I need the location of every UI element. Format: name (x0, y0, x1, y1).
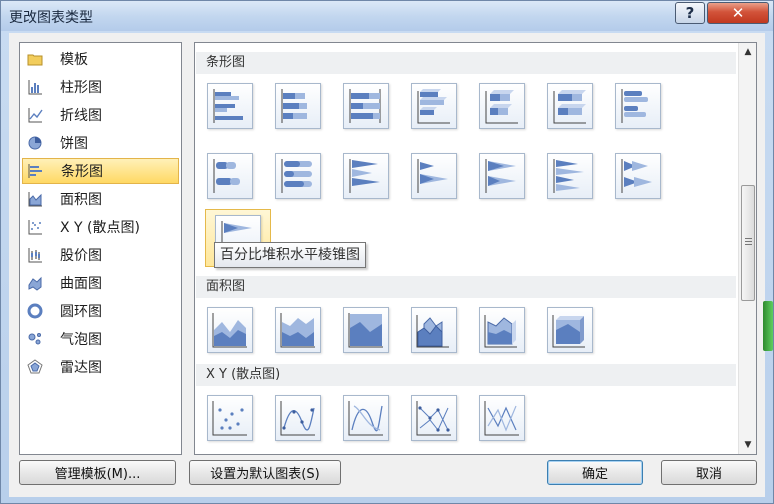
sidebar-item-label: 柱形图 (60, 80, 102, 96)
doughnut-chart-icon (26, 303, 44, 319)
sidebar-item-label: 饼图 (60, 136, 88, 152)
sidebar-item-bar[interactable]: 条形图 (22, 158, 179, 184)
sidebar-item-label: 面积图 (60, 192, 102, 208)
subtype-stacked-horizontal-cone[interactable] (411, 153, 457, 199)
close-button[interactable]: ✕ (707, 2, 769, 24)
subtype-scatter-smooth-lines[interactable] (343, 395, 389, 441)
ok-button[interactable]: 确定 (547, 460, 643, 485)
scroll-up-icon[interactable]: ▲ (742, 46, 754, 58)
chart-type-list: 模板 柱形图 折线图 饼图 条形图 面积图 X Y (散点图) 股价图 曲面图 … (19, 42, 182, 455)
manage-templates-button[interactable]: 管理模板(M)... (19, 460, 176, 485)
sidebar-item-area[interactable]: 面积图 (22, 186, 179, 212)
subtype-scatter-straight-markers[interactable] (411, 395, 457, 441)
sidebar-item-label: 气泡图 (60, 332, 102, 348)
stock-chart-icon (26, 247, 44, 263)
subtype-3d-area[interactable] (411, 307, 457, 353)
subtype-stacked-bar[interactable] (275, 83, 321, 129)
subtype-scatter-straight-lines[interactable] (479, 395, 525, 441)
subtype-3d-stacked-bar[interactable] (479, 83, 525, 129)
subtype-100-stacked-horizontal-cylinder[interactable] (275, 153, 321, 199)
pie-chart-icon (26, 135, 44, 151)
grip-line (745, 238, 752, 239)
scatter-chart-icon (26, 219, 44, 235)
section-header-scatter: X Y (散点图) (196, 364, 736, 386)
sidebar-item-label: 股价图 (60, 248, 102, 264)
line-chart-icon (26, 107, 44, 123)
grip-line (745, 244, 752, 245)
sidebar-item-label: 曲面图 (60, 276, 102, 292)
sidebar-item-label: 雷达图 (60, 360, 102, 376)
subtype-scatter-markers[interactable] (207, 395, 253, 441)
section-header-bar: 条形图 (196, 52, 736, 74)
sidebar-item-label: 折线图 (60, 108, 102, 124)
title-bar: 更改图表类型 ? ✕ (1, 1, 773, 31)
column-chart-icon (26, 79, 44, 95)
subtype-tooltip: 百分比堆积水平棱锥图 (214, 242, 366, 268)
subtype-clustered-horizontal-cylinder[interactable] (615, 83, 661, 129)
folder-icon (26, 51, 44, 67)
dialog-title: 更改图表类型 (9, 10, 93, 26)
change-chart-type-dialog: 更改图表类型 ? ✕ 模板 柱形图 折线图 饼图 条形图 面积图 X Y (散点… (0, 0, 774, 504)
sidebar-item-bubble[interactable]: 气泡图 (22, 326, 179, 352)
chart-subtype-gallery: 条形图 百分比堆积水平棱锥图 面积图 X Y (散点图) ▲ ▼ (194, 42, 757, 455)
area-chart-icon (26, 191, 44, 207)
cancel-button[interactable]: 取消 (661, 460, 757, 485)
sidebar-item-line[interactable]: 折线图 (22, 102, 179, 128)
sidebar-item-column[interactable]: 柱形图 (22, 74, 179, 100)
subtype-100-stacked-area[interactable] (343, 307, 389, 353)
sidebar-item-label: 条形图 (61, 164, 103, 180)
sidebar-item-label: 模板 (60, 52, 88, 68)
sidebar-item-label: 圆环图 (60, 304, 102, 320)
subtype-stacked-area[interactable] (275, 307, 321, 353)
subtype-100-stacked-horizontal-cone[interactable] (479, 153, 525, 199)
subtype-stacked-horizontal-pyramid[interactable] (615, 153, 661, 199)
gallery-scrollbar[interactable]: ▲ ▼ (738, 43, 756, 454)
subtype-clustered-horizontal-pyramid[interactable] (547, 153, 593, 199)
sidebar-item-templates[interactable]: 模板 (22, 46, 179, 72)
section-header-area: 面积图 (196, 276, 736, 298)
subtype-3d-clustered-bar[interactable] (411, 83, 457, 129)
scroll-down-icon[interactable]: ▼ (742, 439, 754, 451)
subtype-3d-100-stacked-area[interactable] (547, 307, 593, 353)
bar-chart-icon (27, 163, 45, 179)
sidebar-item-radar[interactable]: 雷达图 (22, 354, 179, 380)
scroll-thumb[interactable] (741, 185, 755, 301)
sidebar-item-pie[interactable]: 饼图 (22, 130, 179, 156)
subtype-3d-100-stacked-bar[interactable] (547, 83, 593, 129)
subtype-100-stacked-bar[interactable] (343, 83, 389, 129)
surface-chart-icon (26, 275, 44, 291)
side-indicator (763, 301, 773, 351)
subtype-scatter-smooth-markers[interactable] (275, 395, 321, 441)
subtype-area[interactable] (207, 307, 253, 353)
subtype-stacked-horizontal-cylinder[interactable] (207, 153, 253, 199)
sidebar-item-label: X Y (散点图) (60, 220, 140, 236)
sidebar-item-doughnut[interactable]: 圆环图 (22, 298, 179, 324)
sidebar-item-scatter[interactable]: X Y (散点图) (22, 214, 179, 240)
set-default-chart-button[interactable]: 设置为默认图表(S) (189, 460, 341, 485)
subtype-clustered-horizontal-cone[interactable] (343, 153, 389, 199)
radar-chart-icon (26, 359, 44, 375)
sidebar-item-stock[interactable]: 股价图 (22, 242, 179, 268)
grip-line (745, 241, 752, 242)
help-button[interactable]: ? (675, 2, 705, 24)
subtype-3d-stacked-area[interactable] (479, 307, 525, 353)
subtype-clustered-bar[interactable] (207, 83, 253, 129)
sidebar-item-surface[interactable]: 曲面图 (22, 270, 179, 296)
bubble-chart-icon (26, 331, 44, 347)
dialog-content: 模板 柱形图 折线图 饼图 条形图 面积图 X Y (散点图) 股价图 曲面图 … (9, 33, 765, 497)
